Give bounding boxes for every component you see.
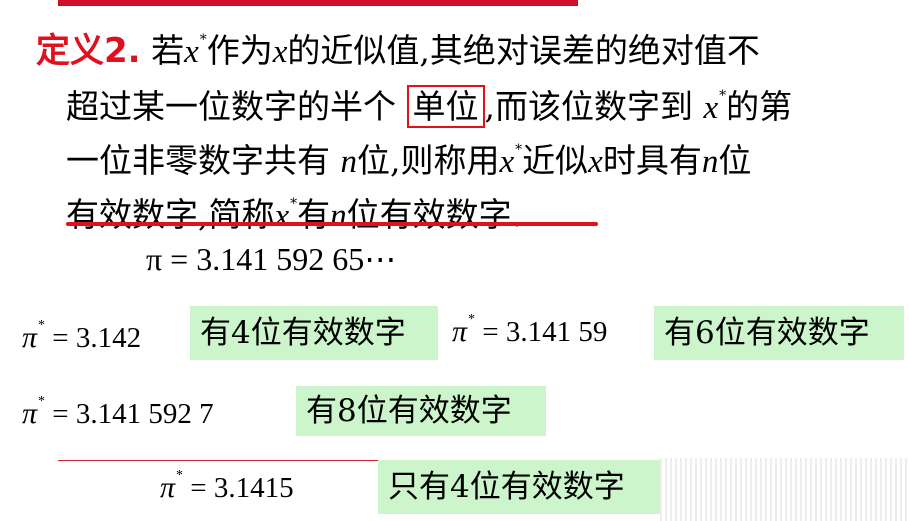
comma: , — [198, 195, 209, 234]
text: 其绝对误差的绝对值不 — [429, 31, 760, 70]
var-x: x — [184, 34, 199, 70]
var-x: x — [272, 34, 288, 70]
text: 的第 — [726, 87, 793, 126]
star: * — [38, 318, 46, 333]
star: * — [38, 394, 46, 409]
text: 一位非零数字共有 — [66, 141, 330, 180]
text: 则称用 — [400, 141, 500, 180]
decorative-pattern — [660, 458, 909, 521]
example-4-label: 只有4位有效数字 — [378, 460, 660, 514]
comma: , — [484, 87, 496, 126]
definition-title: 定义2. — [36, 31, 141, 71]
pi-symbol: π — [22, 321, 38, 354]
var-x: x — [274, 198, 290, 234]
example-4-equation: π* = 3.1415 — [160, 468, 294, 505]
pi-symbol: π — [452, 315, 468, 348]
var-x: x — [499, 144, 515, 180]
pi-symbol: π — [160, 471, 176, 504]
example-2-label: 有6位有效数字 — [654, 306, 904, 360]
var-n: n — [340, 144, 358, 180]
example-4-rhs: = 3.1415 — [190, 472, 294, 504]
example-1-equation: π* = 3.142 — [22, 318, 141, 355]
example-1-label: 有4位有效数字 — [190, 306, 438, 360]
example-3-label: 有8位有效数字 — [296, 386, 546, 436]
text: 近似 — [522, 141, 589, 180]
text: 位 — [718, 141, 752, 180]
pi-value: π = 3.141 592 65⋯ — [146, 241, 397, 277]
text: 若 — [151, 31, 185, 70]
example-2-rhs: = 3.141 59 — [482, 316, 608, 348]
text: 位 — [357, 141, 390, 180]
text: 时具有 — [602, 141, 702, 180]
var-n: n — [701, 144, 719, 180]
text: 有效数字 — [66, 195, 198, 234]
text: 超过某一位数字的半个 — [66, 87, 396, 126]
var-n: n — [330, 198, 347, 234]
text: 简称 — [208, 195, 275, 234]
definition-underline — [66, 222, 598, 226]
star: * — [199, 32, 207, 48]
example-2-equation: π* = 3.141 59 — [452, 312, 607, 349]
example-3-rhs: = 3.141 592 7 — [52, 398, 214, 430]
example-3-equation: π* = 3.141 592 7 — [22, 394, 214, 431]
comma: , — [419, 31, 430, 70]
top-decoration-bar — [58, 0, 578, 6]
text: 有 — [297, 195, 331, 234]
example-1-rhs: = 3.142 — [52, 322, 142, 354]
star: * — [176, 468, 184, 483]
var-x: x — [703, 90, 719, 126]
text: 的近似值 — [287, 31, 420, 70]
text: 而该位数字到 — [495, 87, 693, 126]
text: 位有效数字 — [346, 195, 512, 234]
period: . — [511, 195, 523, 234]
definition-line-4: 有效数字,简称x*有n位有效数字. — [66, 176, 522, 244]
comma: , — [390, 141, 401, 180]
star: * — [468, 312, 476, 327]
var-x: x — [588, 144, 603, 180]
text: 作为 — [206, 31, 273, 70]
pi-symbol: π — [22, 397, 38, 430]
